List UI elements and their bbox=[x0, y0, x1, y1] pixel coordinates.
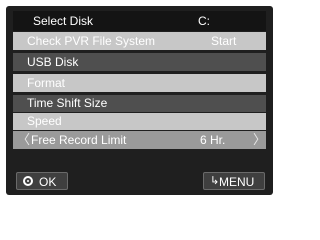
menu-item-free-record-limit[interactable]: 〈 Free Record Limit 6 Hr. 〉 bbox=[13, 131, 266, 149]
format-label: Format bbox=[27, 76, 66, 90]
menu-button[interactable]: ↳ MENU bbox=[203, 172, 265, 190]
ok-button-label: OK bbox=[39, 175, 57, 189]
select-disk-row[interactable]: Select Disk C: bbox=[13, 11, 266, 31]
speed-label: Speed bbox=[27, 114, 62, 128]
select-disk-value: C: bbox=[198, 14, 210, 28]
free-record-limit-label: Free Record Limit bbox=[31, 133, 127, 147]
menu-item-usb-disk[interactable]: USB Disk bbox=[13, 53, 266, 71]
menu-item-speed[interactable]: Speed bbox=[13, 113, 266, 130]
menu-item-check-pvr-file-system[interactable]: Check PVR File System Start bbox=[13, 32, 266, 50]
menu-button-label: MENU bbox=[219, 175, 255, 189]
check-pvr-file-system-label: Check PVR File System bbox=[27, 34, 156, 48]
chevron-right-icon[interactable]: 〉 bbox=[253, 131, 266, 149]
chevron-left-icon[interactable]: 〈 bbox=[17, 131, 30, 149]
ok-button[interactable]: OK bbox=[16, 172, 68, 190]
select-disk-label: Select Disk bbox=[33, 14, 94, 28]
free-record-limit-value: 6 Hr. bbox=[200, 133, 226, 147]
usb-disk-label: USB Disk bbox=[27, 55, 79, 69]
pvr-settings-panel: Select Disk C: Check PVR File System Sta… bbox=[6, 6, 273, 195]
button-bar: OK ↳ MENU bbox=[13, 172, 266, 192]
return-arrow-icon: ↳ bbox=[210, 175, 220, 187]
menu-item-format[interactable]: Format bbox=[13, 74, 266, 92]
check-pvr-file-system-value: Start bbox=[211, 34, 237, 48]
ok-circle-icon bbox=[23, 176, 33, 186]
menu-item-time-shift-size[interactable]: Time Shift Size bbox=[13, 95, 266, 112]
time-shift-size-label: Time Shift Size bbox=[27, 96, 108, 110]
